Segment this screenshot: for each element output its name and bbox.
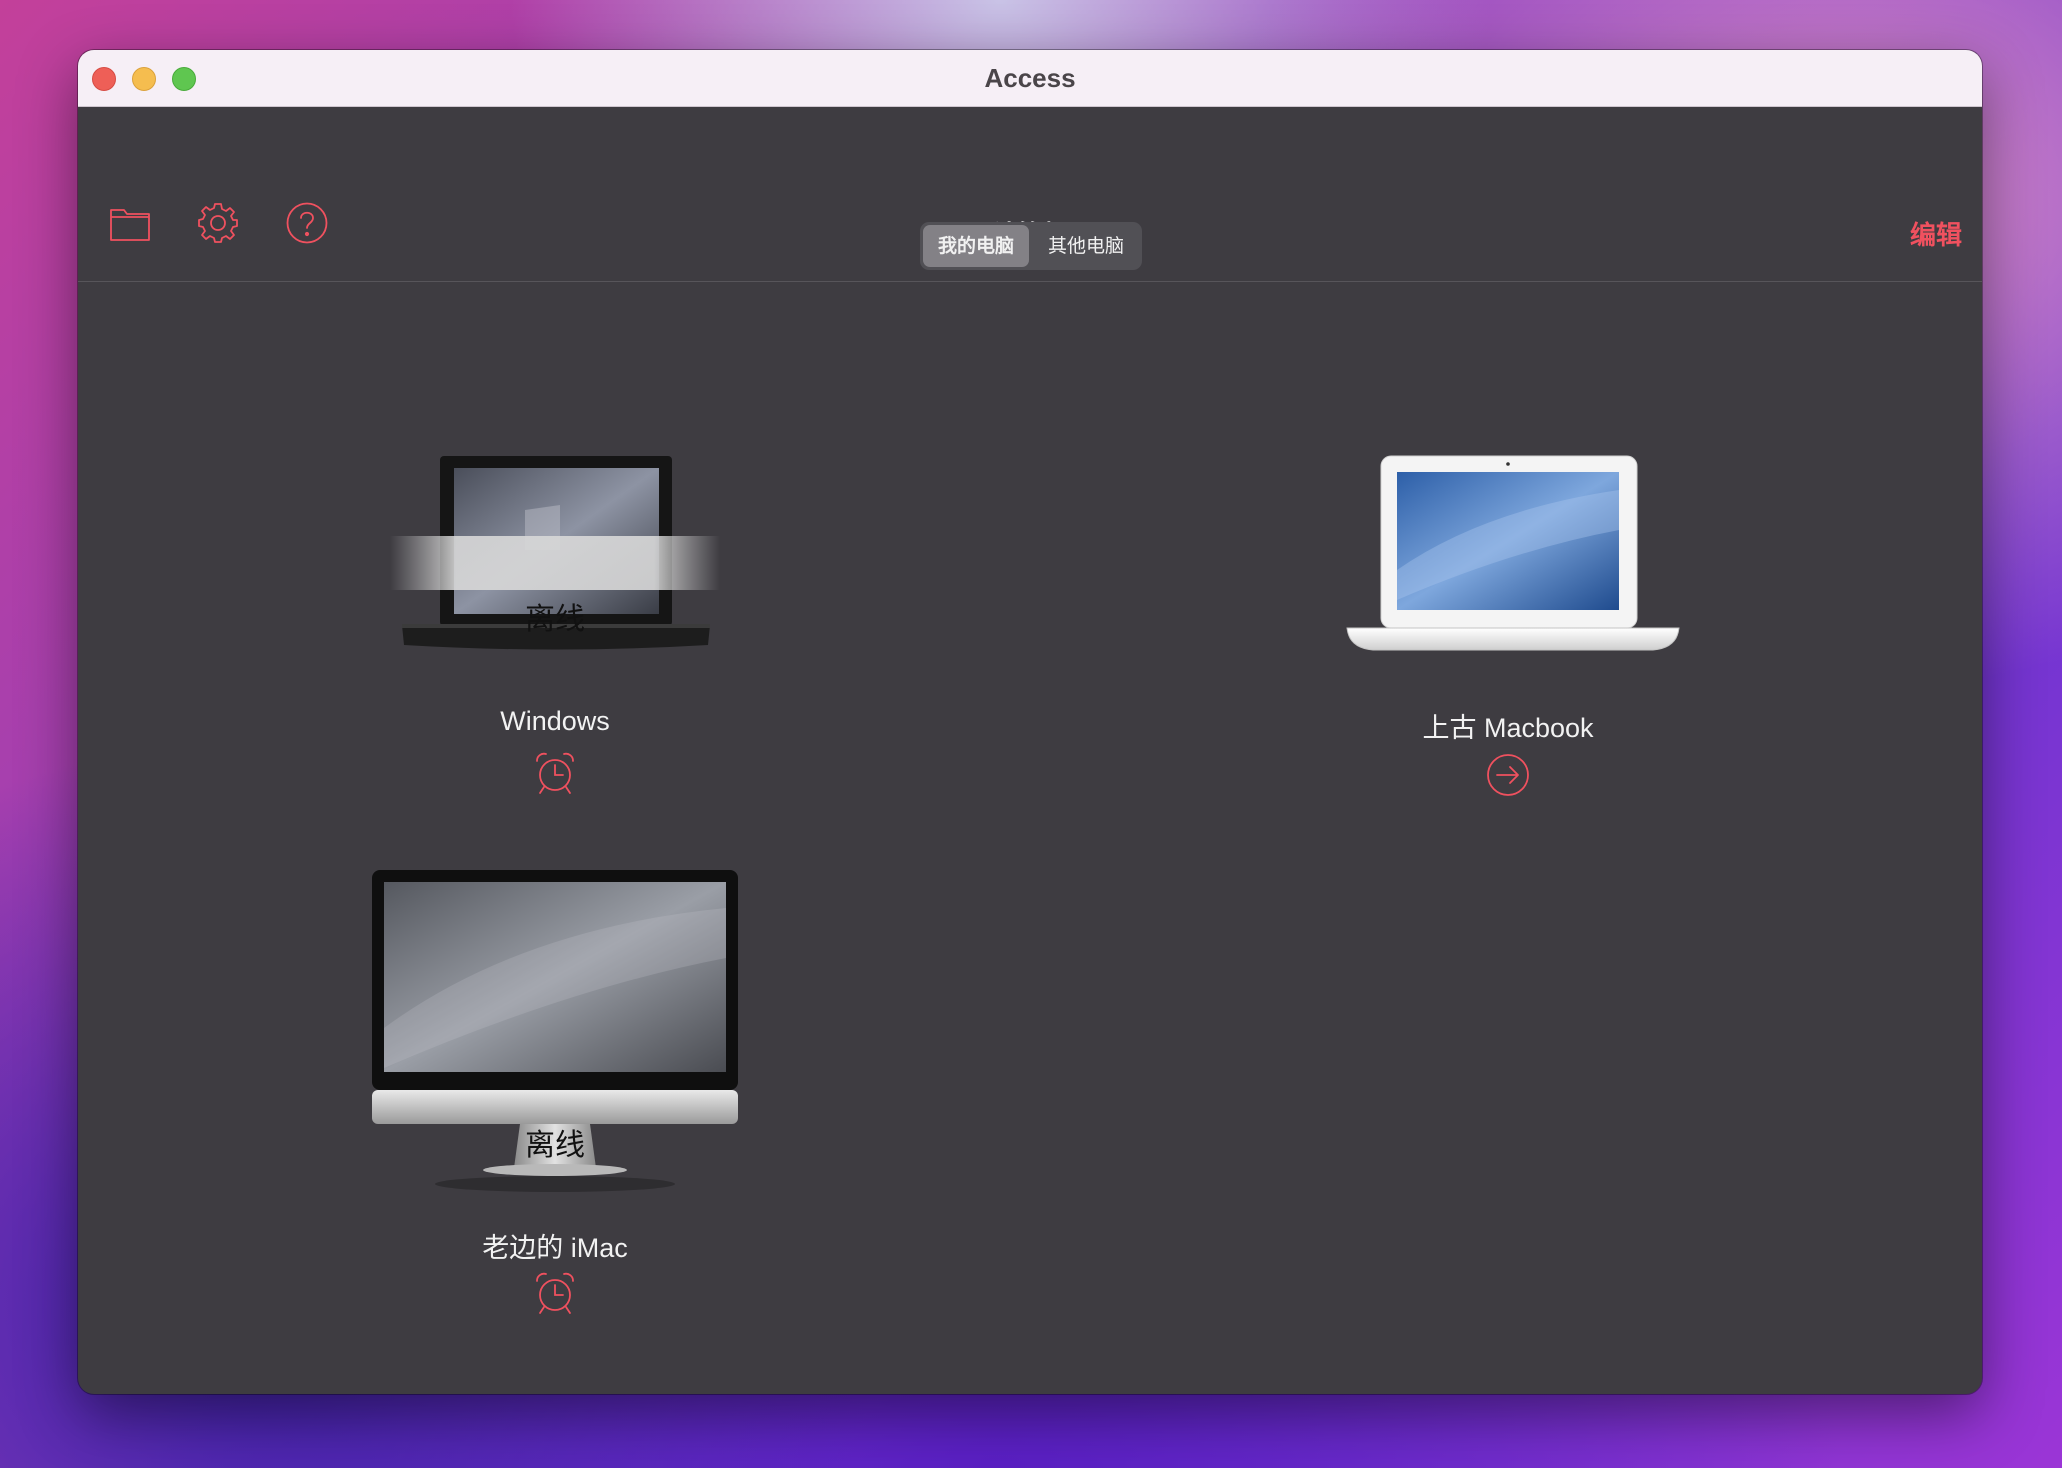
title-bar: Access (78, 50, 1982, 107)
segmented-control: 我的电脑 其他电脑 (920, 222, 1142, 270)
offline-label: 离线 (525, 602, 585, 637)
device-imac[interactable]: 离线 (370, 868, 740, 1238)
edit-button[interactable]: 编辑 (1910, 215, 1962, 252)
offline-label: 离线 (525, 1128, 585, 1163)
window-title: Access (984, 63, 1076, 93)
device-macbook[interactable] (1343, 450, 1683, 660)
macbook-laptop-icon (1346, 455, 1680, 651)
device-name-imac[interactable]: 老边的 iMac (305, 1226, 805, 1265)
device-name-macbook[interactable]: 上古 Macbook (1258, 706, 1758, 745)
alarm-clock-icon[interactable] (532, 750, 578, 796)
device-name-windows[interactable]: Windows (305, 706, 805, 737)
device-windows[interactable]: 离线 (390, 450, 720, 660)
imac-desktop-icon (372, 870, 738, 1192)
tab-my-computers[interactable]: 我的电脑 (923, 225, 1029, 267)
arrow-right-circle-icon[interactable] (1485, 752, 1531, 798)
app-window: Access 计算机 编辑 (78, 50, 1982, 1394)
tab-other-computers[interactable]: 其他电脑 (1033, 225, 1139, 267)
alarm-clock-icon[interactable] (532, 1270, 578, 1316)
